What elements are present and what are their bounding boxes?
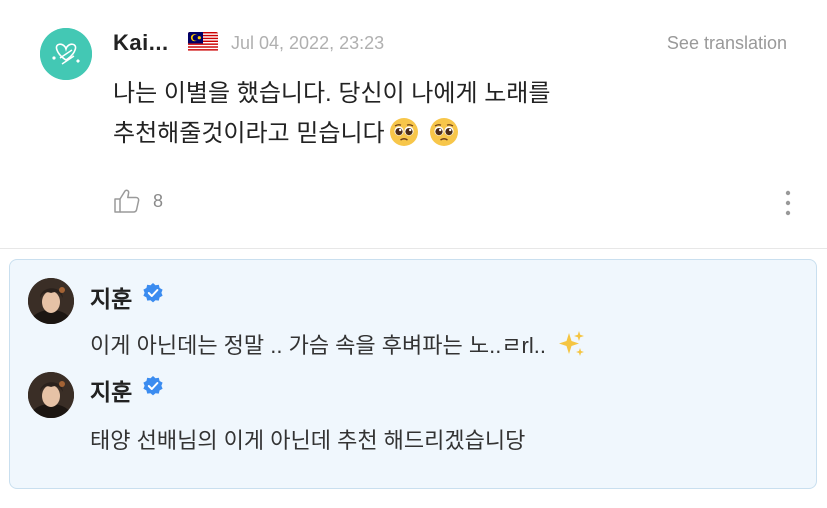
verified-badge-icon (143, 376, 163, 396)
pleading-face-icon (389, 118, 418, 146)
user-photo-icon (28, 278, 74, 324)
divider (0, 248, 827, 249)
post-timestamp: Jul 04, 2022, 23:23 (231, 33, 385, 53)
reply-author-name[interactable]: 지훈 (90, 280, 132, 314)
more-options-icon[interactable] (785, 190, 791, 216)
pleading-face-icon (429, 118, 458, 146)
verified-badge-icon (143, 283, 163, 303)
avatar[interactable] (28, 278, 74, 324)
comment-post: Kai... Jul 04, 2022, 23:23 See translati… (0, 0, 827, 248)
reply-text: 태양 선배님의 이게 아닌데 추천 해드리겠습니당 (90, 428, 526, 453)
avatar[interactable] (28, 372, 74, 418)
comment-text: 나는 이별을 했습니다. 당신이 나에게 노래를 추천해줄것이라고 믿습니다 (113, 80, 551, 147)
reply-item: 지훈 이게 아닌데는 정말 .. 가슴 속을 후벼파는 노..ㄹrl.. (10, 260, 816, 358)
avatar-doodle-icon (40, 28, 92, 80)
user-photo-icon (28, 372, 74, 418)
thumbs-up-icon (114, 189, 140, 213)
reply-item: 지훈 태양 선배님의 이게 아닌데 추천 해드리겠습니당 (10, 355, 816, 453)
malaysia-flag-icon (188, 32, 218, 52)
reply-author-name[interactable]: 지훈 (90, 373, 132, 407)
replies-panel: 지훈 이게 아닌데는 정말 .. 가슴 속을 후벼파는 노..ㄹrl.. 지훈 (9, 259, 817, 489)
see-translation-link[interactable]: See translation (667, 33, 787, 54)
avatar[interactable] (40, 28, 92, 80)
comment-body: 나는 이별을 했습니다. 당신이 나에게 노래를 추천해줄것이라고 믿습니다 (113, 74, 753, 154)
like-count: 8 (153, 191, 164, 211)
author-name[interactable]: Kai... (113, 30, 169, 56)
